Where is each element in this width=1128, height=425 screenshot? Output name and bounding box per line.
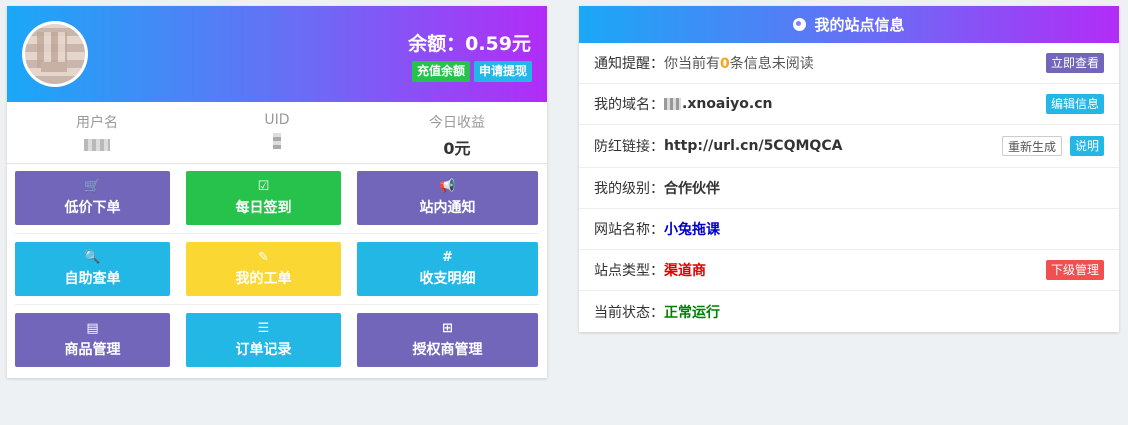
notice-prefix: 你当前有	[664, 56, 720, 72]
site-type-actions: 下级管理	[1045, 260, 1104, 280]
today-income-value: 0元	[443, 139, 471, 158]
status-row: 当前状态： 正常运行	[579, 291, 1119, 332]
tile-label: 收支明细	[419, 270, 476, 287]
action-row: ▤ 商品管理 ☰ 订单记录 ⊞ 授权商管理	[15, 313, 539, 375]
site-info-header: 我的站点信息	[579, 6, 1119, 43]
notifications-button[interactable]: 📢 站内通知	[357, 171, 538, 225]
level-row: 我的级别： 合作伙伴	[579, 168, 1119, 209]
reseller-management-button[interactable]: ⊞ 授权商管理	[357, 313, 538, 367]
site-info-card: 我的站点信息 通知提醒： 你当前有0条信息未阅读 立即查看 我的域名： .xno…	[579, 6, 1119, 332]
avatar-image	[25, 24, 85, 84]
uid-value	[187, 131, 367, 151]
edit-info-button[interactable]: 编辑信息	[1045, 94, 1104, 114]
link-actions: 重新生成 说明	[1001, 136, 1104, 156]
check-square-icon: ☑	[257, 178, 270, 194]
tile-label: 低价下单	[64, 199, 121, 216]
domain-redacted	[664, 98, 681, 110]
site-type-label: 站点类型：	[594, 263, 664, 279]
notice-row: 通知提醒： 你当前有0条信息未阅读 立即查看	[579, 43, 1119, 84]
bullhorn-icon: 📢	[439, 178, 456, 194]
checkin-button[interactable]: ☑ 每日签到	[186, 171, 341, 225]
transactions-button[interactable]: # 收支明细	[357, 242, 538, 296]
domain-label: 我的域名：	[594, 97, 664, 113]
view-now-button[interactable]: 立即查看	[1045, 53, 1104, 73]
regenerate-button[interactable]: 重新生成	[1001, 136, 1062, 156]
site-name-value: 小兔拖课	[664, 222, 720, 238]
username-redacted	[84, 139, 110, 151]
status-value: 正常运行	[664, 304, 720, 321]
domain-value: .xnoaiyo.cn	[664, 96, 773, 112]
tile-label: 订单记录	[235, 341, 292, 358]
stats-bar: 用户名 UID 今日收益 0元	[7, 102, 547, 164]
site-name-label: 网站名称：	[594, 222, 664, 238]
user-card: 余额：0.59元 充值余额 申请提现 用户名 UID 今日收益 0元 🛒 低价下…	[7, 6, 547, 378]
site-info-title: 我的站点信息	[814, 16, 905, 34]
edit-icon: ✎	[258, 249, 269, 265]
list-alt-icon: ▤	[86, 320, 99, 336]
products-button[interactable]: ▤ 商品管理	[15, 313, 170, 367]
tile-label: 每日签到	[235, 199, 292, 216]
notice-label: 通知提醒：	[594, 56, 664, 72]
profile-header: 余额：0.59元 充值余额 申请提现	[7, 6, 547, 102]
sitemap-icon: ⊞	[442, 320, 453, 336]
list-icon: ☰	[257, 320, 270, 336]
search-icon: 🔍	[84, 249, 101, 265]
avatar[interactable]	[22, 21, 88, 87]
tile-label: 我的工单	[235, 270, 292, 287]
notice-text: 你当前有0条信息未阅读	[664, 53, 814, 73]
stat-uid: UID	[187, 102, 367, 163]
domain-actions: 编辑信息	[1045, 94, 1104, 114]
notice-actions: 立即查看	[1045, 53, 1104, 73]
domain-row: 我的域名： .xnoaiyo.cn 编辑信息	[579, 84, 1119, 125]
username-value	[7, 135, 187, 155]
site-type-row: 站点类型： 渠道商 下级管理	[579, 250, 1119, 291]
tile-label: 商品管理	[64, 341, 121, 358]
uid-redacted	[273, 133, 281, 149]
stat-label: 用户名	[76, 115, 118, 131]
globe-icon	[793, 18, 807, 31]
anti-block-link-row: 防红链接： http://url.cn/5CQMQCA 重新生成 说明	[579, 125, 1119, 168]
notice-suffix: 条信息未阅读	[729, 56, 814, 72]
hashtag-icon: #	[442, 249, 453, 265]
withdraw-button[interactable]: 申请提现	[473, 61, 532, 82]
tile-label: 授权商管理	[412, 341, 483, 358]
link-label: 防红链接：	[594, 139, 664, 155]
notice-count: 0	[720, 56, 730, 72]
header-buttons: 充值余额 申请提现	[411, 61, 532, 82]
action-grid: 🛒 低价下单 ☑ 每日签到 📢 站内通知 🔍 自助查单 ✎ 我的工单 # 收支明…	[7, 164, 547, 375]
link-value[interactable]: http://url.cn/5CQMQCA	[664, 138, 842, 154]
site-type-value: 渠道商	[664, 263, 706, 279]
explain-button[interactable]: 说明	[1069, 136, 1104, 156]
action-row: 🔍 自助查单 ✎ 我的工单 # 收支明细	[15, 242, 539, 305]
tickets-button[interactable]: ✎ 我的工单	[186, 242, 341, 296]
stat-today-income: 今日收益 0元	[367, 102, 547, 163]
site-name-row: 网站名称： 小兔拖课	[579, 209, 1119, 250]
order-records-button[interactable]: ☰ 订单记录	[186, 313, 341, 367]
order-button[interactable]: 🛒 低价下单	[15, 171, 170, 225]
action-row: 🛒 低价下单 ☑ 每日签到 📢 站内通知	[15, 171, 539, 234]
query-order-button[interactable]: 🔍 自助查单	[15, 242, 170, 296]
status-label: 当前状态：	[594, 304, 664, 321]
stat-label: 今日收益	[429, 115, 485, 131]
tile-label: 自助查单	[64, 270, 121, 287]
domain-text: .xnoaiyo.cn	[682, 96, 773, 112]
stat-label: UID	[264, 112, 290, 128]
recharge-button[interactable]: 充值余额	[411, 61, 470, 82]
subordinate-management-button[interactable]: 下级管理	[1045, 260, 1104, 280]
tile-label: 站内通知	[419, 199, 476, 216]
cart-icon: 🛒	[84, 178, 101, 194]
stat-username: 用户名	[7, 102, 187, 163]
balance-amount: 余额：0.59元	[408, 33, 531, 55]
level-value: 合作伙伴	[664, 181, 720, 197]
level-label: 我的级别：	[594, 181, 664, 197]
